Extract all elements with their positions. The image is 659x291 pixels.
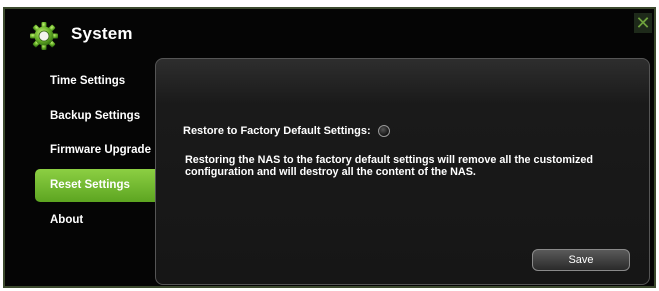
sidebar-item-backup-settings[interactable]: Backup Settings — [35, 99, 157, 134]
restore-warning-text: Restoring the NAS to the factory default… — [185, 154, 593, 178]
sidebar-item-reset-settings[interactable]: Reset Settings — [35, 168, 157, 202]
save-button[interactable]: Save — [532, 249, 630, 271]
sidebar-nav: Time Settings Backup Settings Firmware U… — [35, 64, 157, 237]
window-title: System — [71, 24, 133, 43]
window-header: System ✕ — [5, 9, 654, 59]
reset-settings-panel: Restore to Factory Default Settings: Res… — [155, 58, 650, 285]
close-icon[interactable]: ✕ — [634, 13, 652, 33]
restore-factory-row: Restore to Factory Default Settings: — [183, 125, 390, 137]
restore-factory-radio[interactable] — [377, 125, 390, 137]
gear-icon — [30, 22, 58, 50]
sidebar-item-time-settings[interactable]: Time Settings — [35, 64, 157, 99]
restore-factory-label: Restore to Factory Default Settings: — [183, 125, 371, 137]
sidebar-item-firmware-upgrade[interactable]: Firmware Upgrade — [35, 133, 157, 168]
system-window: System ✕ Time Settings Backup Settings F… — [3, 7, 656, 288]
sidebar-item-about[interactable]: About — [35, 203, 157, 238]
